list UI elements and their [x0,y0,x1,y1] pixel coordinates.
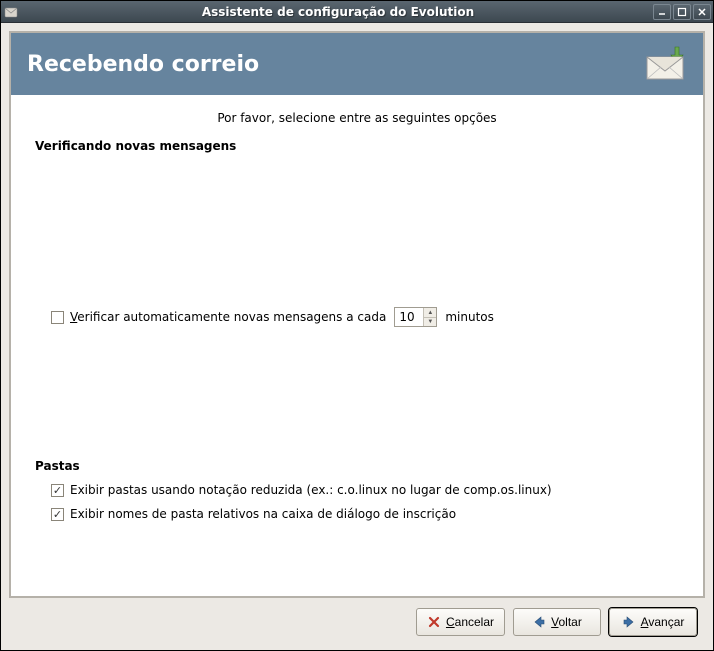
short-notation-row: Exibir pastas usando notação reduzida (e… [35,481,679,499]
auto-check-checkbox[interactable] [51,311,64,324]
wizard-body: Por favor, selecione entre as seguintes … [11,95,703,596]
back-button[interactable]: Voltar [513,608,601,636]
auto-check-row: Verificar automaticamente novas mensagen… [35,305,679,329]
relative-names-checkbox[interactable] [51,508,64,521]
folders-section: Pastas Exibir pastas usando notação redu… [35,459,679,523]
interval-spinbox[interactable]: ▲ ▼ [394,307,437,327]
window-title: Assistente de configuração do Evolution [23,5,653,19]
arrow-right-icon [622,615,636,629]
auto-check-label: Verificar automaticamente novas mensagen… [70,310,386,324]
wizard-window: Assistente de configuração do Evolution … [0,0,714,651]
forward-label: Avançar [641,615,685,629]
cancel-label: Cancelar [446,615,494,629]
short-notation-label: Exibir pastas usando notação reduzida (e… [70,483,552,497]
folders-header: Pastas [35,459,679,473]
page-title: Recebendo correio [27,52,259,77]
instruction-text: Por favor, selecione entre as seguintes … [35,105,679,139]
window-controls [653,4,711,20]
wizard-panel: Recebendo correio Por favor, selecione e… [9,31,705,598]
titlebar[interactable]: Assistente de configuração do Evolution [1,1,713,23]
minimize-button[interactable] [653,4,671,20]
relative-names-label: Exibir nomes de pasta relativos na caixa… [70,507,456,521]
back-label: Voltar [551,615,582,629]
cancel-icon [427,615,441,629]
spin-down-button[interactable]: ▼ [424,317,436,326]
short-notation-checkbox[interactable] [51,484,64,497]
interval-input[interactable] [395,308,423,326]
checking-section: Verificando novas mensagens Verificar au… [35,139,679,459]
app-icon [3,4,19,20]
close-button[interactable] [693,4,711,20]
wizard-header: Recebendo correio [11,33,703,95]
forward-button[interactable]: Avançar [609,608,697,636]
arrow-left-icon [532,615,546,629]
content-area: Recebendo correio Por favor, selecione e… [1,23,713,650]
button-bar: Cancelar Voltar Avançar [9,598,705,642]
interval-unit: minutos [445,310,494,324]
spin-buttons: ▲ ▼ [423,308,436,326]
cancel-button[interactable]: Cancelar [416,608,505,636]
spin-up-button[interactable]: ▲ [424,308,436,317]
relative-names-row: Exibir nomes de pasta relativos na caixa… [35,505,679,523]
checking-header: Verificando novas mensagens [35,139,679,153]
mail-receive-icon [643,45,687,83]
maximize-button[interactable] [673,4,691,20]
